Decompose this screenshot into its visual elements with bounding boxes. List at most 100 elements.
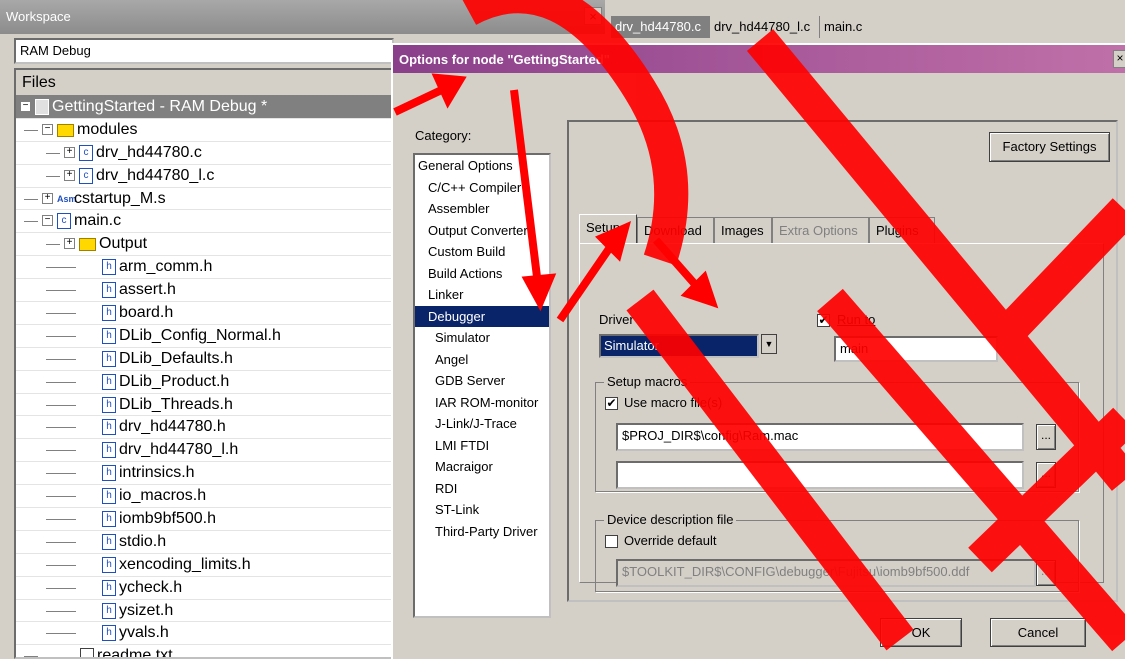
tree-item[interactable]: + Output — [16, 233, 394, 257]
override-default-checkbox[interactable] — [605, 535, 618, 548]
chevron-down-icon[interactable]: ▼ — [761, 334, 777, 354]
ddf-path-input[interactable]: $TOOLKIT_DIR$\CONFIG\debugger\Fujitsu\io… — [616, 559, 1036, 587]
files-header[interactable]: Files — [16, 70, 394, 96]
expand-icon[interactable]: + — [42, 192, 53, 204]
tree-item-label: yvals.h — [119, 624, 169, 642]
tree-connector — [46, 633, 76, 635]
tree-item-label: xencoding_limits.h — [119, 555, 251, 573]
tree-item-label: drv_hd44780_l.h — [119, 441, 239, 459]
tree-item-label: main.c — [74, 212, 122, 230]
expand-icon[interactable]: + — [64, 238, 75, 250]
editor-tab-main-c[interactable]: main.c — [820, 16, 874, 38]
category-item[interactable]: Linker — [415, 284, 549, 306]
expand-icon[interactable]: + — [64, 169, 75, 181]
cancel-button[interactable]: Cancel — [990, 618, 1086, 647]
dialog-close-button[interactable]: × — [1113, 50, 1125, 68]
tree-item[interactable]: h ycheck.h — [16, 577, 394, 600]
tree-item[interactable]: h drv_hd44780.h — [16, 416, 394, 440]
category-item[interactable]: C/C++ Compiler — [415, 177, 549, 199]
options-panel: Factory Settings Setup Download Images E… — [567, 120, 1118, 602]
run-to-checkbox[interactable]: ✔ — [817, 314, 830, 327]
factory-settings-button[interactable]: Factory Settings — [989, 132, 1110, 162]
category-item[interactable]: RDI — [415, 478, 549, 500]
category-item[interactable]: Assembler — [415, 198, 549, 220]
tree-item[interactable]: h ysizet.h — [16, 600, 394, 623]
driver-select[interactable]: Simulator — [599, 334, 759, 358]
tree-item[interactable]: − modules — [16, 119, 394, 142]
category-item[interactable]: ST-Link — [415, 499, 549, 521]
macro-file-input[interactable]: $PROJ_DIR$\config\Ram.mac — [616, 423, 1024, 451]
browse-macro-button-2[interactable]: ... — [1036, 462, 1056, 488]
h-file-icon: h — [102, 556, 116, 573]
tree-item[interactable]: h assert.h — [16, 279, 394, 303]
tree-root-project[interactable]: − GettingStarted - RAM Debug * — [16, 96, 394, 119]
configuration-select[interactable]: RAM Debug — [14, 38, 394, 64]
category-item[interactable]: Third-Party Driver — [415, 521, 549, 543]
project-icon — [35, 99, 49, 115]
browse-macro-button[interactable]: ... — [1036, 424, 1056, 450]
tree-item[interactable]: − c main.c — [16, 210, 394, 234]
tree-item[interactable]: h arm_comm.h — [16, 256, 394, 280]
workspace-title: Workspace — [6, 9, 71, 24]
tree-item[interactable]: h DLib_Threads.h — [16, 394, 394, 417]
run-to-input[interactable]: main — [834, 336, 998, 362]
category-item[interactable]: GDB Server — [415, 370, 549, 392]
tree-item[interactable]: h board.h — [16, 302, 394, 325]
tab-download[interactable]: Download — [637, 217, 714, 243]
tab-extra-options[interactable]: Extra Options — [772, 217, 869, 243]
collapse-icon[interactable]: − — [42, 215, 53, 227]
category-item[interactable]: Build Actions — [415, 263, 549, 285]
tree-item[interactable]: readme.txt — [16, 645, 394, 657]
tree-connector — [46, 450, 76, 452]
tree-item[interactable]: + Asm cstartup_M.s — [16, 188, 394, 211]
browse-ddf-button[interactable]: ... — [1036, 560, 1056, 586]
tree-item[interactable]: h intrinsics.h — [16, 462, 394, 486]
category-item[interactable]: Custom Build — [415, 241, 549, 263]
category-item[interactable]: Simulator — [415, 327, 549, 349]
category-item[interactable]: J-Link/J-Trace — [415, 413, 549, 435]
category-item[interactable]: Angel — [415, 349, 549, 371]
category-item[interactable]: LMI FTDI — [415, 435, 549, 457]
category-list[interactable]: General Options C/C++ Compiler Assembler Ou… — [413, 153, 551, 618]
tab-plugins[interactable]: Plugins — [869, 217, 935, 243]
category-item[interactable]: Macraigor — [415, 456, 549, 478]
tree-item[interactable]: h io_macros.h — [16, 485, 394, 509]
tab-images[interactable]: Images — [714, 217, 772, 243]
category-item[interactable]: Output Converter — [415, 220, 549, 242]
tree-item[interactable]: h DLib_Product.h — [16, 371, 394, 394]
h-file-icon: h — [102, 373, 116, 390]
use-macro-checkbox[interactable]: ✔ — [605, 397, 618, 410]
tree-item[interactable]: h yvals.h — [16, 622, 394, 646]
h-file-icon: h — [102, 442, 116, 459]
h-file-icon: h — [102, 259, 116, 276]
editor-tab-drv-hd44780-l-c[interactable]: drv_hd44780_l.c — [710, 16, 820, 38]
tree-item[interactable]: + c drv_hd44780.c — [16, 142, 394, 165]
h-file-icon: h — [102, 579, 116, 596]
tree-item[interactable]: + c drv_hd44780_l.c — [16, 165, 394, 188]
tree-item[interactable]: h xencoding_limits.h — [16, 554, 394, 577]
tree-item-label: ysizet.h — [119, 601, 174, 619]
tree-connector — [46, 335, 76, 337]
category-item[interactable]: General Options — [415, 155, 549, 177]
workspace-close-button[interactable]: × — [584, 7, 602, 25]
tree-item[interactable]: h stdio.h — [16, 531, 394, 554]
collapse-icon[interactable]: − — [20, 101, 31, 112]
setup-macros-group: Setup macros ✔ Use macro file(s) $PROJ_D… — [595, 374, 1079, 492]
tree-item[interactable]: h DLib_Config_Normal.h — [16, 325, 394, 348]
tree-item[interactable]: h drv_hd44780_l.h — [16, 439, 394, 463]
editor-tab-drv-hd44780-c[interactable]: drv_hd44780.c — [611, 16, 710, 38]
category-item[interactable]: IAR ROM-monitor — [415, 392, 549, 414]
macro-file-input-2[interactable] — [616, 461, 1024, 489]
tree-item-label: ycheck.h — [119, 578, 183, 596]
tree-connector — [46, 496, 76, 498]
tree-item[interactable]: h iomb9bf500.h — [16, 508, 394, 531]
ok-button[interactable]: OK — [880, 618, 962, 647]
expand-icon[interactable]: + — [64, 146, 75, 158]
collapse-icon[interactable]: − — [42, 123, 53, 135]
category-label: Category: — [415, 128, 472, 143]
category-item[interactable]: Debugger — [415, 305, 549, 327]
tree-item-label: GettingStarted - RAM Debug * — [52, 98, 268, 115]
tree-item-label: io_macros.h — [119, 487, 207, 505]
tab-setup[interactable]: Setup — [579, 214, 637, 243]
tree-item[interactable]: h DLib_Defaults.h — [16, 348, 394, 371]
